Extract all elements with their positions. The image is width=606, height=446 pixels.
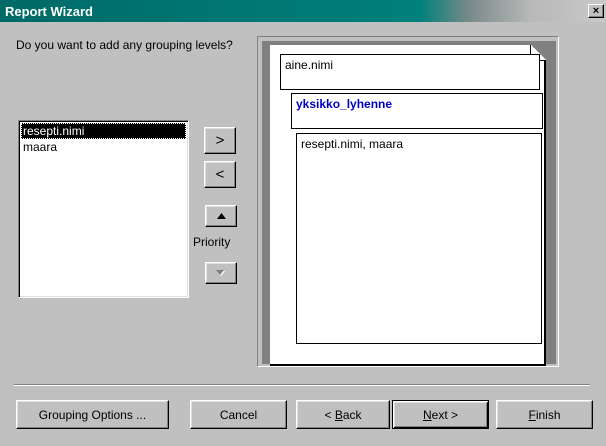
priority-label: Priority: [193, 235, 231, 249]
priority-up-button[interactable]: [205, 205, 237, 227]
footer-separator: [14, 384, 590, 386]
grouping-options-button[interactable]: Grouping Options ...: [16, 400, 169, 429]
window-title: Report Wizard: [5, 3, 93, 19]
next-button[interactable]: Next >: [392, 400, 489, 429]
close-icon: ×: [592, 4, 600, 17]
back-label: < Back: [324, 407, 362, 422]
field-item[interactable]: resepti.nimi: [21, 123, 186, 139]
cancel-label: Cancel: [219, 407, 258, 422]
triangle-up-icon: [216, 213, 226, 219]
add-grouping-button[interactable]: >: [204, 127, 236, 154]
preview-background: aine.nimi yksikko_lyhenne resepti.nimi, …: [262, 41, 556, 366]
grouping-preview: aine.nimi yksikko_lyhenne resepti.nimi, …: [257, 36, 559, 367]
finish-button[interactable]: Finish: [496, 400, 593, 429]
preview-detail-fields: resepti.nimi, maara: [296, 133, 542, 344]
available-fields-list[interactable]: resepti.nimi maara: [18, 120, 189, 298]
finish-label: Finish: [528, 407, 561, 422]
triangle-down-icon: [216, 269, 225, 276]
grouping-options-label: Grouping Options ...: [38, 407, 147, 422]
field-item[interactable]: maara: [21, 139, 186, 155]
remove-arrow-icon: <: [215, 166, 225, 183]
preview-group-level-1: aine.nimi: [280, 54, 540, 90]
next-label: Next >: [422, 407, 459, 422]
preview-page: aine.nimi yksikko_lyhenne resepti.nimi, …: [270, 45, 546, 366]
back-button[interactable]: < Back: [296, 400, 390, 429]
remove-grouping-button[interactable]: <: [204, 161, 236, 188]
title-bar: Report Wizard ×: [0, 0, 606, 22]
add-arrow-icon: >: [215, 132, 225, 149]
cancel-button[interactable]: Cancel: [190, 400, 287, 429]
wizard-question: Do you want to add any grouping levels?: [16, 38, 233, 52]
preview-group-level-2: yksikko_lyhenne: [291, 93, 543, 129]
priority-down-button[interactable]: [205, 262, 237, 284]
close-button[interactable]: ×: [588, 4, 604, 18]
